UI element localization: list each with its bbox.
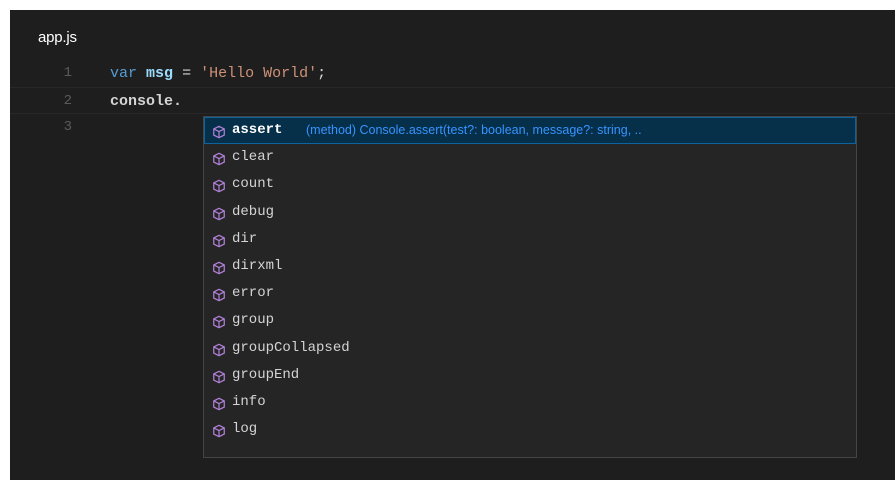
code-line-1[interactable]: 1 var msg = 'Hello World'; — [10, 60, 895, 87]
suggestion-label: assert — [232, 122, 283, 138]
suggestion-label: log — [232, 421, 258, 438]
line-number: 1 — [63, 65, 72, 81]
suggestion-item-debug[interactable]: debug — [204, 199, 856, 226]
method-cube-icon — [212, 259, 226, 275]
suggestion-label: debug — [232, 203, 275, 220]
suggestion-label: info — [232, 393, 266, 410]
suggestion-item-assert[interactable]: assert (method) Console.assert(test?: boo… — [204, 117, 856, 145]
suggestion-item-groupCollapsed[interactable]: groupCollapsed — [204, 335, 856, 362]
suggestion-item-dirxml[interactable]: dirxml — [204, 253, 856, 280]
line-number: 2 — [63, 93, 72, 109]
method-cube-icon — [212, 177, 226, 193]
method-cube-icon — [212, 341, 226, 356]
suggestion-label: count — [232, 176, 275, 193]
suggestion-item-info[interactable]: info — [204, 389, 856, 416]
suggestion-label: groupEnd — [232, 366, 300, 383]
keyword-token: var — [110, 65, 138, 82]
dot-token: . — [173, 93, 183, 110]
method-cube-icon — [212, 123, 226, 139]
semicolon-token: ; — [317, 65, 327, 82]
suggestion-label: error — [232, 285, 275, 302]
operator-token: = — [182, 65, 192, 82]
suggestion-label: clear — [232, 149, 275, 166]
suggestion-label: dirxml — [232, 257, 283, 274]
suggestion-item-error[interactable]: error — [204, 280, 856, 307]
method-cube-icon — [212, 205, 226, 220]
code-text: console. — [110, 88, 182, 115]
method-cube-icon — [212, 395, 226, 411]
suggestion-item-count[interactable]: count — [204, 171, 856, 198]
code-text: var msg = 'Hello World'; — [110, 60, 326, 87]
method-cube-icon — [212, 422, 226, 438]
method-cube-icon — [212, 313, 226, 329]
suggestion-detail: (method) Console.assert(test?: boolean, … — [306, 123, 642, 137]
suggestion-item-clear[interactable]: clear — [204, 144, 856, 171]
suggestion-widget[interactable]: assert (method) Console.assert(test?: boo… — [203, 116, 857, 458]
suggestion-item-log[interactable]: log — [204, 416, 856, 443]
string-token: 'Hello World' — [200, 65, 318, 82]
suggestion-label: group — [232, 312, 275, 329]
method-cube-icon — [212, 286, 226, 302]
object-token: console — [110, 93, 174, 110]
suggestion-label: groupCollapsed — [232, 339, 350, 356]
code-editor[interactable]: app.js 1 var msg = 'Hello World'; 2 cons… — [10, 10, 895, 480]
method-cube-icon — [212, 232, 226, 248]
code-line-2[interactable]: 2 console. — [10, 87, 895, 114]
line-number: 3 — [63, 119, 72, 135]
suggestion-item-group[interactable]: group — [204, 307, 856, 334]
identifier-token: msg — [146, 65, 174, 82]
method-cube-icon — [212, 150, 226, 166]
suggestion-item-dir[interactable]: dir — [204, 226, 856, 253]
suggestion-label: dir — [232, 230, 258, 247]
suggestion-item-groupEnd[interactable]: groupEnd — [204, 362, 856, 389]
file-name-label: app.js — [38, 29, 77, 46]
method-cube-icon — [212, 368, 226, 384]
